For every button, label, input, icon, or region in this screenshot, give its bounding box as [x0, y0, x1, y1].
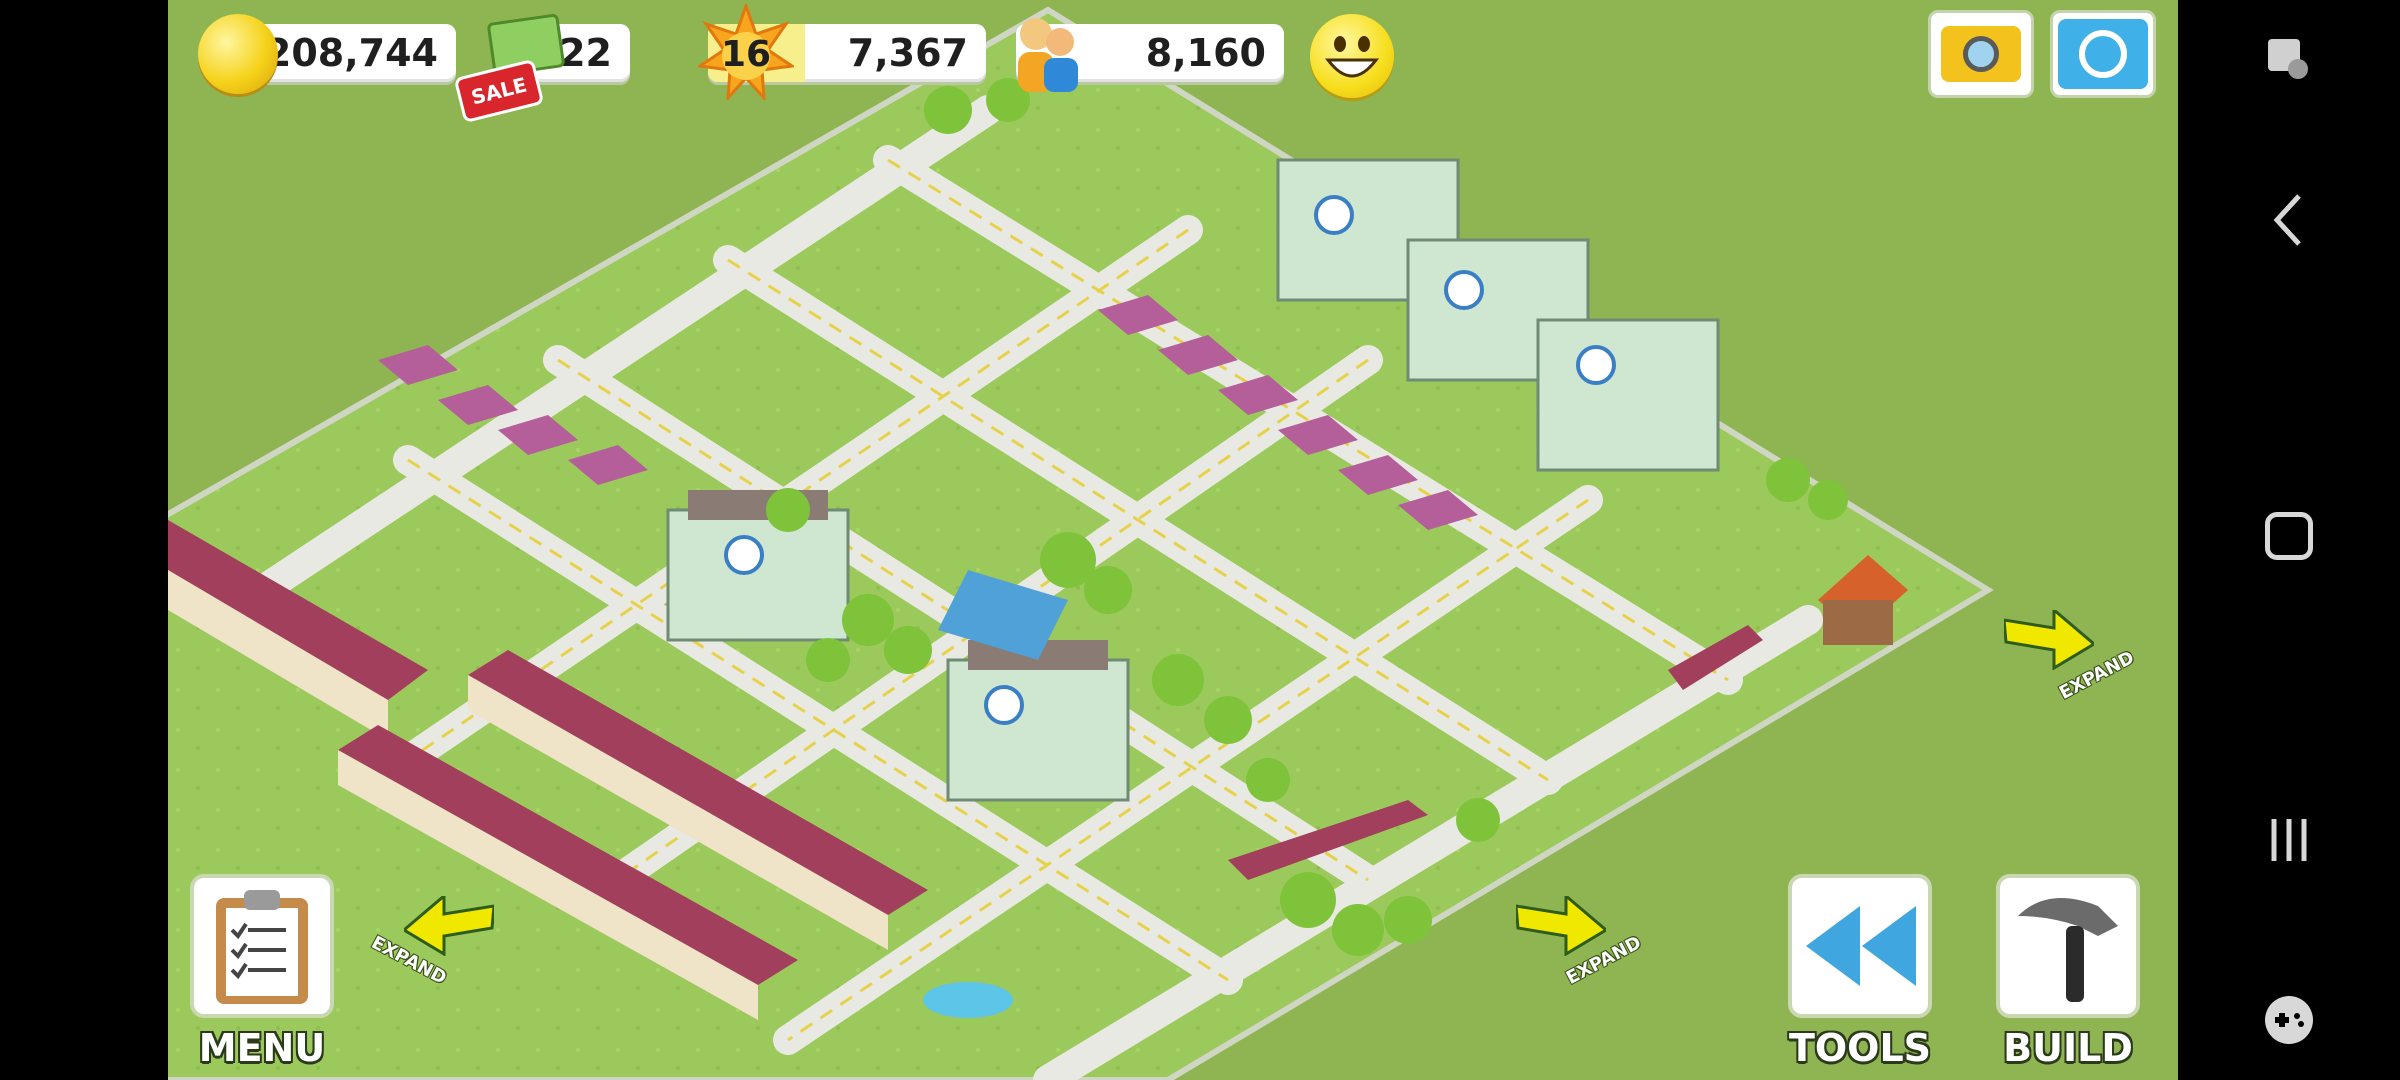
game-tools-button[interactable] — [2178, 980, 2400, 1060]
build-button[interactable] — [1996, 874, 2140, 1018]
menu-button[interactable] — [190, 874, 334, 1018]
tools-button[interactable] — [1788, 874, 1932, 1018]
game-tools-icon — [2265, 996, 2313, 1044]
cash-value: 22 — [559, 31, 612, 75]
xp-value: 7,367 — [847, 31, 968, 75]
clipboard-icon — [216, 890, 308, 1004]
back-icon — [2273, 194, 2301, 246]
level-value: 16 — [720, 34, 772, 75]
smiley-face-icon[interactable] — [1310, 14, 1394, 98]
android-nav-bar — [2178, 0, 2400, 1080]
sale-badge-label: SALE — [468, 72, 530, 110]
expand-bottom-right-arrow[interactable] — [1514, 892, 1609, 960]
rewind-icon — [1806, 906, 1916, 986]
back-button[interactable] — [2178, 190, 2400, 250]
park-pond — [923, 982, 1013, 1018]
expand-right-arrow[interactable] — [2002, 606, 2097, 674]
recent-apps-icon — [2271, 819, 2307, 861]
tools-label[interactable]: TOOLS — [1788, 1026, 1932, 1070]
population-value: 8,160 — [1145, 31, 1266, 75]
hammer-icon — [2018, 898, 2118, 1002]
recent-apps-button[interactable] — [2178, 800, 2400, 880]
social-share-button[interactable] — [2050, 10, 2156, 98]
home-icon — [2265, 512, 2313, 560]
build-label[interactable]: BUILD — [1996, 1026, 2140, 1070]
home-button[interactable] — [2178, 496, 2400, 576]
screenshot-edit-button[interactable] — [2178, 20, 2400, 100]
camera-icon — [1941, 26, 2021, 82]
coin-icon — [198, 14, 278, 94]
game-viewport[interactable]: 208,744 22 SALE 7,367 16 8,160 EXPAND EX… — [168, 0, 2178, 1080]
camera-button[interactable] — [1928, 10, 2034, 98]
expand-left-arrow[interactable] — [401, 892, 496, 960]
screenshot-edit-icon — [2268, 39, 2308, 79]
coins-value: 208,744 — [264, 31, 438, 75]
population-icon — [1006, 12, 1086, 94]
social-share-icon — [2058, 19, 2148, 89]
menu-label[interactable]: MENU — [190, 1026, 334, 1070]
